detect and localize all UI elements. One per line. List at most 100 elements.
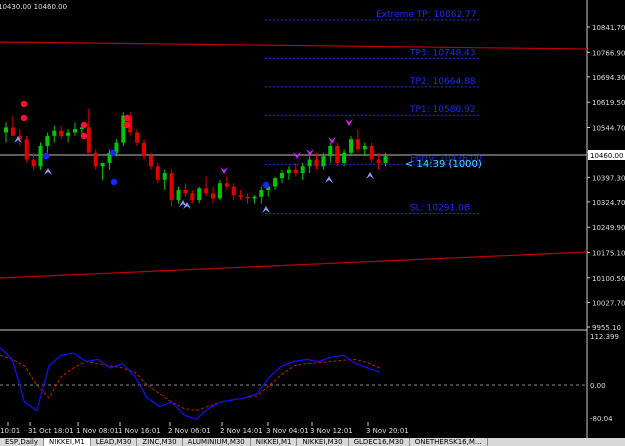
candle-body — [135, 132, 140, 143]
price-tick: 10100.50 — [592, 275, 625, 283]
candle-countdown: < 14:39 (1000) — [405, 159, 482, 170]
price-tick: 10619.50 — [592, 99, 625, 107]
candle-body — [38, 146, 43, 167]
time-tick: 10:01 — [0, 427, 20, 435]
candle-body — [280, 173, 284, 179]
oscillator-slow-line — [0, 354, 381, 412]
price-axis: 10841.70 10766.90 10694.30 10619.50 10544.70… — [587, 24, 625, 332]
price-tick: 10027.70 — [592, 299, 625, 307]
candle-body — [183, 189, 188, 194]
candle-body — [66, 132, 71, 136]
osc-tick-top: 112.399 — [590, 333, 619, 341]
price-tick: 10544.70 — [592, 124, 625, 132]
chart-tab[interactable]: ESP,Daily — [0, 438, 45, 446]
time-axis: 10:01 31 Oct 18:01 1 Nov 08:01 1 Nov 16:01 2… — [0, 422, 409, 435]
osc-tick-zero: 0.00 — [590, 382, 606, 390]
candle-body — [204, 188, 209, 194]
time-tick: 3 Nov 04:01 — [266, 427, 309, 435]
price-tick: 10766.90 — [592, 49, 625, 57]
candle-body — [45, 135, 50, 147]
candle-body — [349, 139, 353, 153]
candle-body — [31, 159, 36, 167]
level-label: TP2: 10664.88 — [409, 77, 476, 87]
candle-body — [217, 183, 222, 199]
sell-signal-dot — [123, 121, 131, 129]
level-label: TP1: 10580.92 — [409, 105, 476, 115]
price-tick: 10841.70 — [592, 24, 625, 32]
chart-tab[interactable]: NIKKEI,M1 — [44, 438, 91, 446]
candle-body — [224, 183, 229, 187]
level-label: SL: 10291.06 — [410, 203, 470, 213]
buy-signal-dot — [42, 152, 50, 160]
candle-body — [307, 159, 312, 167]
sell-signal-dot — [123, 114, 131, 122]
buy-signal-dot — [109, 149, 117, 157]
price-tick: 10324.70 — [592, 199, 625, 207]
chart-tab[interactable]: ONETHERSK16,M... — [410, 438, 488, 446]
candle-body — [155, 166, 160, 180]
candle-body — [52, 130, 57, 136]
candle-body — [86, 127, 91, 153]
level-label: TP3: 10748.43 — [409, 49, 476, 59]
candle-body — [190, 193, 195, 201]
candle-body — [176, 189, 181, 201]
time-tick: 1 Nov 16:01 — [118, 427, 161, 435]
price-chart[interactable]: 10430.00 10460.00 Extreme TP: 10862.77 TP… — [0, 0, 625, 438]
candle-body — [314, 159, 319, 167]
candle-body — [273, 178, 278, 187]
price-tick: 10397.30 — [592, 174, 625, 182]
candle-body — [300, 166, 305, 174]
candle-body — [259, 189, 264, 197]
buy-signal-dot — [110, 178, 118, 186]
time-tick: 3 Nov 20:01 — [366, 427, 409, 435]
sell-signal-dot — [80, 121, 88, 129]
candle-body — [197, 188, 202, 201]
chart-tab[interactable]: NIKKEI,M1 — [251, 438, 298, 446]
current-price-label: 10460.00 — [590, 152, 623, 160]
candle-body — [73, 129, 77, 133]
price-tick: 10694.30 — [592, 74, 625, 82]
chart-tab[interactable]: LEAD,M30 — [91, 438, 138, 446]
chart-tab[interactable]: ALUMINIUM,M30 — [183, 438, 251, 446]
time-tick: 31 Oct 18:01 — [28, 427, 74, 435]
candle-body — [342, 152, 347, 163]
candle-body — [321, 156, 326, 167]
candle-body — [369, 146, 374, 160]
candle-body — [59, 130, 64, 136]
candle-body — [335, 146, 340, 163]
candle-body — [238, 195, 243, 197]
time-tick: 1 Nov 08:01 — [76, 427, 119, 435]
candle-body — [148, 156, 153, 167]
chart-tab[interactable]: GLDEC16,M30 — [349, 438, 410, 446]
price-tick: 9955.10 — [592, 324, 621, 332]
candle-body — [245, 196, 250, 199]
level-label: Extreme TP: 10862.77 — [376, 10, 477, 20]
candle-body — [10, 127, 15, 136]
time-tick: 2 Nov 14:01 — [220, 427, 263, 435]
candle-body — [383, 156, 388, 163]
sell-signal-dot — [20, 100, 28, 108]
candle-body — [169, 173, 174, 201]
chart-tab[interactable]: NIKKEI,M30 — [297, 438, 349, 446]
sell-signal-dot — [80, 132, 88, 140]
candle-body — [362, 146, 367, 150]
candle-body — [286, 169, 291, 174]
candle-body — [4, 127, 8, 133]
candle-body — [100, 162, 105, 167]
candle-body — [293, 169, 298, 174]
time-tick: 2 Nov 06:01 — [168, 427, 211, 435]
chart-tab[interactable]: ZINC,M30 — [137, 438, 183, 446]
sell-signal-dot — [20, 114, 28, 122]
candle-body — [142, 142, 146, 157]
candle-body — [252, 196, 257, 199]
candle-body — [24, 139, 29, 160]
osc-tick-bottom: -80.04 — [590, 415, 613, 423]
candle-body — [93, 152, 98, 167]
candle-body — [376, 159, 381, 163]
candle-body — [211, 193, 215, 199]
buy-signal-dot — [262, 181, 270, 189]
candle-body — [355, 139, 360, 150]
price-tick: 10249.90 — [592, 224, 625, 232]
candle-body — [162, 173, 167, 180]
time-tick: 3 Nov 12:01 — [310, 427, 353, 435]
